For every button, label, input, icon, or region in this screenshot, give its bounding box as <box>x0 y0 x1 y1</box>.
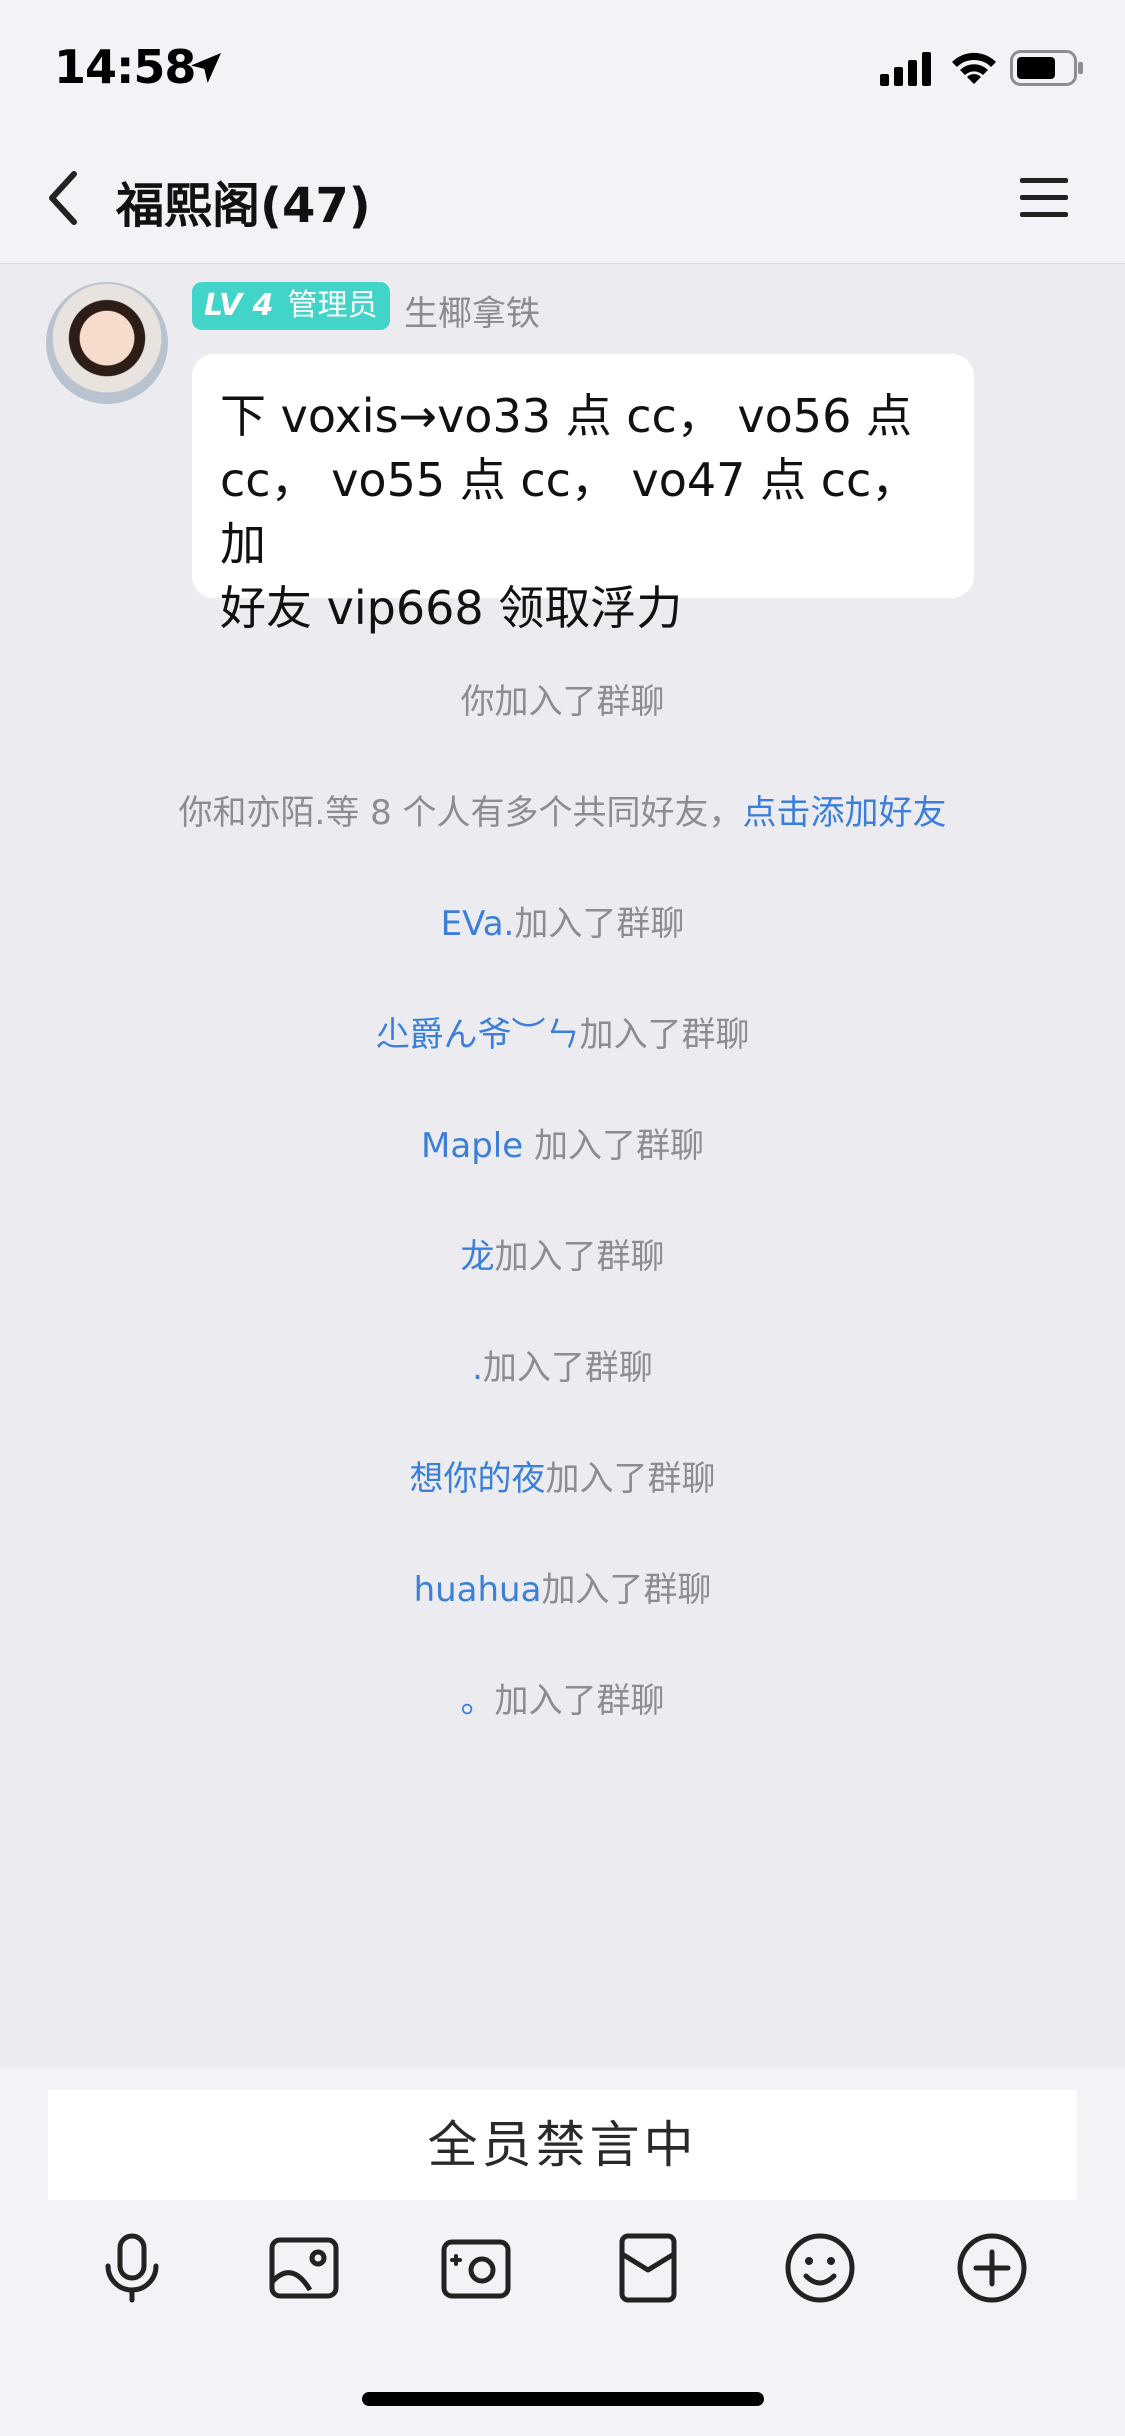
notice-text: 加入了群聊 <box>545 1459 716 1499</box>
add-friend-link[interactable]: 点击添加好友 <box>743 793 947 833</box>
member-name-link[interactable]: . <box>472 1348 483 1388</box>
notice-member-joined: EVa.加入了群聊 <box>0 896 1125 945</box>
role-label: 管理员 <box>287 288 378 323</box>
member-name-link[interactable]: 。 <box>461 1681 495 1721</box>
sender-avatar[interactable] <box>46 282 168 404</box>
status-bar: 14:58 <box>0 0 1125 132</box>
level-label: LV 4 <box>204 288 274 323</box>
muted-notice-box: 全员禁言中 <box>48 2090 1077 2200</box>
notice-text: 加入了群聊 <box>494 1237 665 1277</box>
member-name-link[interactable]: 想你的夜 <box>410 1459 546 1499</box>
member-name-link[interactable]: Maple <box>421 1126 523 1166</box>
signal-icon <box>880 52 931 86</box>
notice-text: 加入了群聊 <box>494 1681 665 1721</box>
nav-bar: 福熙阁(47) <box>0 132 1125 264</box>
chevron-left-icon[interactable] <box>40 168 90 228</box>
notice-text: 加入了群聊 <box>541 1570 712 1610</box>
notice-text: 你和亦陌.等 8 个人有多个共同好友， <box>178 793 743 833</box>
home-indicator[interactable] <box>362 2392 764 2406</box>
notice-text: 加入了群聊 <box>533 1126 704 1166</box>
message-bubble[interactable]: 下 voxis→vo33 点 cc， vo56 点 cc， vo55 点 cc，… <box>192 354 974 635</box>
member-name-link[interactable]: 尐爵ん爷︶ㄣ <box>376 1015 580 1055</box>
red-packet-icon[interactable] <box>610 2230 686 2306</box>
battery-icon <box>1010 50 1083 86</box>
notice-you-joined: 你加入了群聊 <box>0 674 1125 723</box>
notice-member-joined: Maple 加入了群聊 <box>0 1118 1125 1167</box>
notice-mutual-friends: 你和亦陌.等 8 个人有多个共同好友，点击添加好友 <box>0 785 1125 834</box>
plus-icon[interactable] <box>954 2230 1030 2306</box>
notice-member-joined: 。加入了群聊 <box>0 1673 1125 1722</box>
notice-text: 加入了群聊 <box>482 1348 653 1388</box>
group-title[interactable]: 福熙阁(47) <box>116 166 371 236</box>
notice-text: 加入了群聊 <box>514 904 685 944</box>
message-line: 下 voxis→vo33 点 cc， vo56 点 <box>220 389 912 443</box>
member-name-link[interactable]: EVa. <box>441 904 515 944</box>
status-time: 14:58 <box>54 40 196 94</box>
level-badge: LV 4 管理员 <box>192 282 390 330</box>
message-line: cc， vo55 点 cc， vo47 点 cc， 加 <box>220 453 918 571</box>
member-name-link[interactable]: huahua <box>414 1570 542 1610</box>
notice-member-joined: huahua加入了群聊 <box>0 1562 1125 1611</box>
notice-member-joined: 尐爵ん爷︶ㄣ加入了群聊 <box>0 1007 1125 1056</box>
microphone-icon[interactable] <box>94 2230 170 2306</box>
hamburger-menu-icon[interactable] <box>1016 174 1072 222</box>
notice-member-joined: 龙加入了群聊 <box>0 1229 1125 1278</box>
emoji-icon[interactable] <box>782 2230 858 2306</box>
sender-name[interactable]: 生椰拿铁 <box>404 286 540 335</box>
wifi-icon <box>952 52 996 84</box>
camera-icon[interactable] <box>438 2230 514 2306</box>
notice-member-joined: 想你的夜加入了群聊 <box>0 1451 1125 1500</box>
notice-member-joined: .加入了群聊 <box>0 1340 1125 1389</box>
notice-text: 你加入了群聊 <box>460 682 665 722</box>
location-arrow-icon <box>191 53 221 83</box>
member-name-link[interactable]: 龙 <box>461 1237 495 1277</box>
notice-text: 加入了群聊 <box>579 1015 750 1055</box>
input-panel: 全员禁言中 <box>0 2068 1125 2436</box>
message-line: 好友 vip668 领取浮力 <box>220 581 683 635</box>
image-icon[interactable] <box>266 2230 342 2306</box>
